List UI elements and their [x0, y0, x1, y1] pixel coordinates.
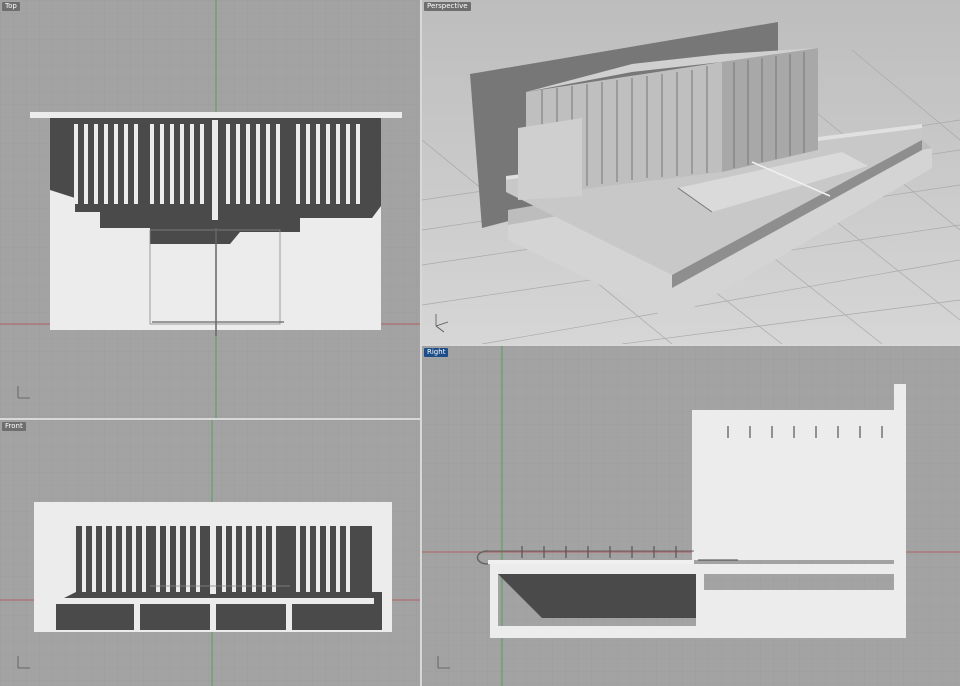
viewport-top[interactable]: Top [0, 0, 420, 418]
viewport-right-canvas[interactable] [422, 346, 960, 686]
viewport-label-top[interactable]: Top [2, 2, 20, 11]
viewport-front-canvas[interactable] [0, 420, 420, 686]
viewport-label-right[interactable]: Right [424, 348, 449, 357]
viewport-perspective-canvas[interactable] [422, 0, 960, 344]
viewport-right[interactable]: Right [422, 346, 960, 686]
viewport-front[interactable]: Front [0, 420, 420, 686]
viewport-top-canvas[interactable] [0, 0, 420, 418]
viewport-perspective[interactable]: Perspective [422, 0, 960, 344]
model-elevation[interactable] [34, 502, 392, 632]
model-plan[interactable] [30, 112, 402, 336]
viewport-label-perspective[interactable]: Perspective [424, 2, 471, 11]
front-fins [82, 518, 350, 594]
viewport-label-front[interactable]: Front [2, 422, 26, 431]
